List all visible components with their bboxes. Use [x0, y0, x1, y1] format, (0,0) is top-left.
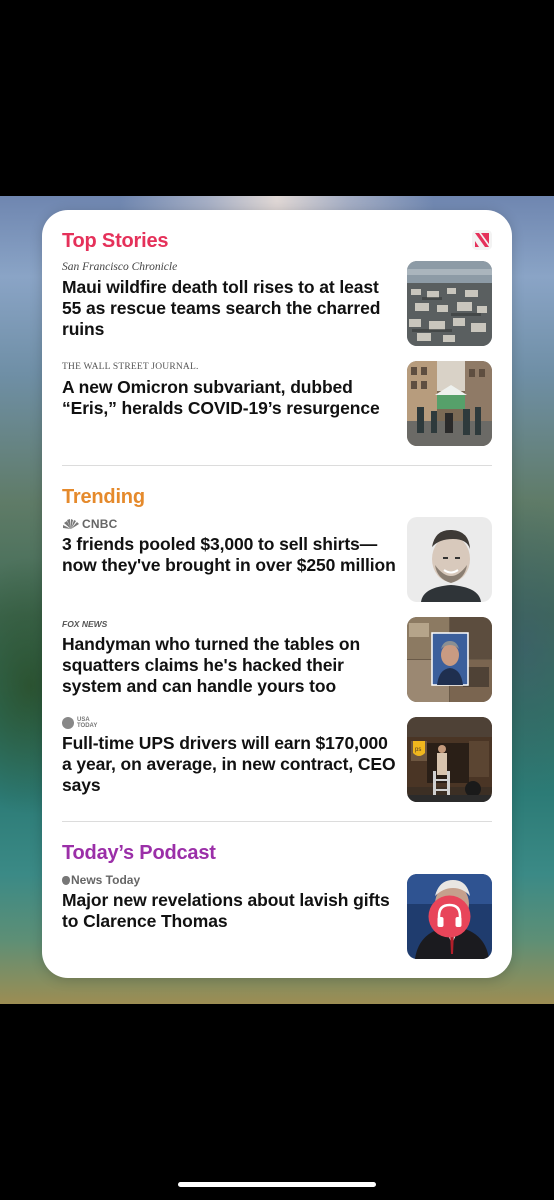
thumbnail-ups-truck[interactable]: ps — [407, 717, 492, 802]
thumbnail-aerial-burned-town[interactable] — [407, 261, 492, 346]
source-label-line2: TODAY — [77, 723, 98, 730]
thumbnail-messy-house-inset[interactable] — [407, 617, 492, 702]
thumbnail-man-portrait[interactable] — [407, 517, 492, 602]
news-widget[interactable]: Top Stories San Francisco Chronicle Maui… — [42, 210, 512, 978]
podcast-headline: Major new revelations about lavish gifts… — [62, 890, 390, 931]
cnbc-peacock-icon — [63, 519, 79, 529]
story-headline: 3 friends pooled $3,000 to sell shirts—n… — [62, 534, 396, 575]
thumbnail-street-testing-tent[interactable] — [407, 361, 492, 446]
apple-logo-icon — [62, 876, 70, 885]
section-divider — [62, 821, 492, 822]
source-label: CNBC — [82, 517, 118, 531]
svg-text:ps: ps — [415, 747, 421, 753]
section-title-trending: Trending — [62, 486, 145, 508]
story-headline: Handyman who turned the tables on squatt… — [62, 634, 361, 696]
podcast-source-label: News Today — [71, 873, 141, 887]
story-headline: A new Omicron subvariant, dubbed “Eris,”… — [62, 377, 380, 418]
section-title-todays-podcast: Today’s Podcast — [62, 842, 216, 864]
headphones-icon — [428, 895, 471, 938]
thumbnail-podcast[interactable] — [407, 874, 492, 959]
section-divider — [62, 465, 492, 466]
home-indicator[interactable] — [178, 1182, 376, 1187]
story-headline: Full-time UPS drivers will earn $170,000… — [62, 733, 396, 795]
apple-news-logo-icon — [472, 230, 492, 250]
section-title-top-stories: Top Stories — [62, 230, 169, 252]
story-headline: Maui wildfire death toll rises to at lea… — [62, 277, 381, 339]
usa-today-dot-icon — [62, 717, 74, 730]
